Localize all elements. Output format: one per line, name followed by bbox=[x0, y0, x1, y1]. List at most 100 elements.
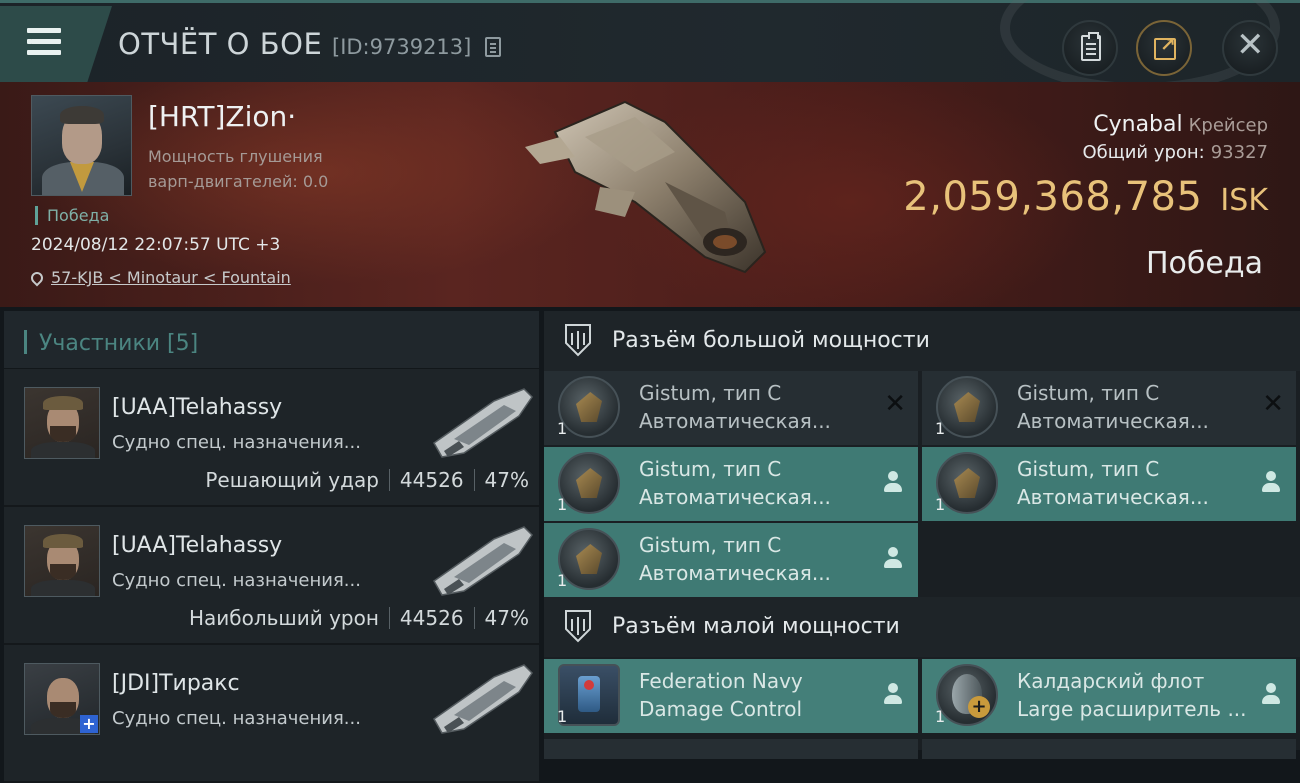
menu-button[interactable] bbox=[0, 6, 112, 82]
person-icon bbox=[884, 683, 902, 705]
module-name: Gistum, тип C bbox=[1017, 381, 1160, 405]
copy-icon[interactable] bbox=[485, 37, 501, 57]
warp-scramble-label: Мощность глушения bbox=[148, 147, 323, 166]
isk-value: 2,059,368,785 ISK bbox=[903, 174, 1268, 220]
ship-name[interactable]: Cynabal bbox=[1093, 112, 1182, 137]
module-type: Автоматическая... bbox=[639, 561, 831, 585]
participant-ship: Судно спец. назначения... bbox=[112, 570, 361, 591]
warp-scramble-info: Мощность глушения варп-двигателей: 0.0 bbox=[148, 144, 328, 194]
victim-name[interactable]: [HRT]Zion· bbox=[148, 100, 296, 133]
participant-ship-image bbox=[433, 526, 533, 596]
person-icon bbox=[1262, 471, 1280, 493]
participant-role: Решающий удар bbox=[205, 468, 379, 492]
low-slot-header: Разъём малой мощности bbox=[544, 597, 1300, 657]
module-quantity: 1 bbox=[557, 495, 568, 514]
module-type: Автоматическая... bbox=[1017, 485, 1209, 509]
turret-module-icon bbox=[558, 376, 620, 438]
damage-control-module-icon bbox=[558, 664, 620, 726]
module-slot[interactable]: 1 Gistum, тип C Автоматическая... bbox=[922, 447, 1296, 521]
module-slot[interactable]: 1 Gistum, тип C Автоматическая... bbox=[544, 523, 918, 597]
location-pin-icon bbox=[28, 269, 46, 287]
participant-row[interactable]: [UAA]Telahassy Судно спец. назначения...… bbox=[4, 507, 539, 645]
location-link[interactable]: 57-KJB < Minotaur < Fountain bbox=[28, 268, 291, 287]
module-type: Автоматическая... bbox=[639, 485, 831, 509]
person-icon bbox=[884, 471, 902, 493]
module-quantity: 1 bbox=[557, 571, 568, 590]
participant-name: [UAA]Telahassy bbox=[112, 395, 283, 420]
plus-badge-icon: + bbox=[80, 715, 98, 733]
module-type: Damage Control bbox=[639, 697, 803, 721]
high-slot-grid: 1 Gistum, тип C Автоматическая... ✕ 1 Gi… bbox=[544, 371, 1300, 601]
module-quantity: 1 bbox=[935, 419, 946, 438]
module-slot[interactable]: 1 Federation Navy Damage Control bbox=[544, 659, 918, 733]
destroyed-icon: ✕ bbox=[884, 389, 906, 419]
module-slot[interactable]: 1 Gistum, тип C Автоматическая... bbox=[544, 447, 918, 521]
module-slot-partial[interactable] bbox=[922, 739, 1296, 759]
module-quantity: 1 bbox=[557, 707, 568, 726]
participant-damage: 44526 bbox=[399, 468, 464, 492]
participant-ship: Судно спец. назначения... bbox=[112, 432, 361, 453]
total-damage-label: Общий урон: bbox=[1082, 142, 1205, 163]
module-type: Автоматическая... bbox=[639, 409, 831, 433]
victim-avatar[interactable] bbox=[31, 95, 132, 196]
title-bar: ОТЧЁТ О БОЕ [ID:9739213] ✕ bbox=[0, 0, 1300, 93]
module-name: Gistum, тип C bbox=[639, 457, 782, 481]
clipboard-button[interactable] bbox=[1062, 20, 1118, 76]
person-icon bbox=[1262, 683, 1280, 705]
participant-percent: 47% bbox=[484, 606, 529, 630]
participants-header: Участники [5] bbox=[4, 311, 539, 369]
page-title: ОТЧЁТ О БОЕ bbox=[118, 27, 323, 61]
module-type: Large расширитель ... bbox=[1017, 697, 1247, 721]
fitting-panel: Разъём большой мощности 1 Gistum, тип C … bbox=[544, 311, 1300, 759]
module-slot[interactable]: 1 Gistum, тип C Автоматическая... ✕ bbox=[544, 371, 918, 445]
isk-unit: ISK bbox=[1220, 183, 1268, 218]
turret-module-icon bbox=[936, 376, 998, 438]
report-id: [ID:9739213] bbox=[332, 35, 472, 59]
participant-avatar[interactable] bbox=[24, 387, 100, 459]
module-name: Калдарский флот bbox=[1017, 669, 1205, 693]
shield-extender-module-icon: + bbox=[936, 664, 998, 726]
kill-datetime: 2024/08/12 22:07:57 UTC +3 bbox=[31, 235, 281, 255]
module-slot-partial[interactable] bbox=[544, 739, 918, 759]
participant-percent: 47% bbox=[484, 468, 529, 492]
victim-ship-image bbox=[525, 100, 767, 274]
participant-row[interactable]: + [JDI]Тиракс Судно спец. назначения... bbox=[4, 645, 539, 783]
share-button[interactable] bbox=[1136, 20, 1192, 76]
module-quantity: 1 bbox=[935, 495, 946, 514]
participant-role: Наибольший урон bbox=[188, 606, 379, 630]
person-icon bbox=[884, 547, 902, 569]
isk-amount: 2,059,368,785 bbox=[903, 174, 1203, 220]
share-icon bbox=[1154, 34, 1176, 60]
participant-stats: Решающий удар 44526 47% bbox=[205, 465, 529, 492]
participant-row[interactable]: [UAA]Telahassy Судно спец. назначения...… bbox=[4, 369, 539, 507]
module-slot[interactable]: + 1 Калдарский флот Large расширитель ..… bbox=[922, 659, 1296, 733]
module-name: Federation Navy bbox=[639, 669, 803, 693]
high-slot-label: Разъём большой мощности bbox=[612, 328, 930, 353]
turret-module-icon bbox=[936, 452, 998, 514]
close-button[interactable]: ✕ bbox=[1222, 20, 1278, 76]
participants-title: Участники [5] bbox=[39, 331, 199, 356]
participant-avatar[interactable]: + bbox=[24, 663, 100, 735]
module-quantity: 1 bbox=[557, 419, 568, 438]
high-slot-header: Разъём большой мощности bbox=[544, 311, 1300, 371]
low-slot-icon bbox=[565, 610, 591, 643]
clipboard-icon bbox=[1081, 32, 1101, 61]
module-quantity: 1 bbox=[935, 707, 946, 726]
participant-avatar[interactable] bbox=[24, 525, 100, 597]
participant-damage: 44526 bbox=[399, 606, 464, 630]
participants-panel: Участники [5] [UAA]Telahassy Судно спец.… bbox=[4, 311, 539, 783]
destroyed-icon: ✕ bbox=[1262, 389, 1284, 419]
module-slot[interactable]: 1 Gistum, тип C Автоматическая... ✕ bbox=[922, 371, 1296, 445]
participant-stats: Наибольший урон 44526 47% bbox=[189, 603, 529, 630]
victim-header: [HRT]Zion· Мощность глушения варп-двигат… bbox=[0, 82, 1300, 307]
turret-module-icon bbox=[558, 452, 620, 514]
turret-module-icon bbox=[558, 528, 620, 590]
participant-ship-image bbox=[433, 664, 533, 734]
total-damage-value: 93327 bbox=[1210, 142, 1268, 163]
battle-result: Победа bbox=[1146, 246, 1263, 281]
ship-type: Cynabal Крейсер bbox=[1093, 112, 1268, 137]
participant-name: [JDI]Тиракс bbox=[112, 671, 240, 696]
location-text[interactable]: 57-KJB < Minotaur < Fountain bbox=[51, 268, 291, 287]
warp-scramble-value: варп-двигателей: 0.0 bbox=[148, 172, 329, 191]
participant-name: [UAA]Telahassy bbox=[112, 533, 283, 558]
